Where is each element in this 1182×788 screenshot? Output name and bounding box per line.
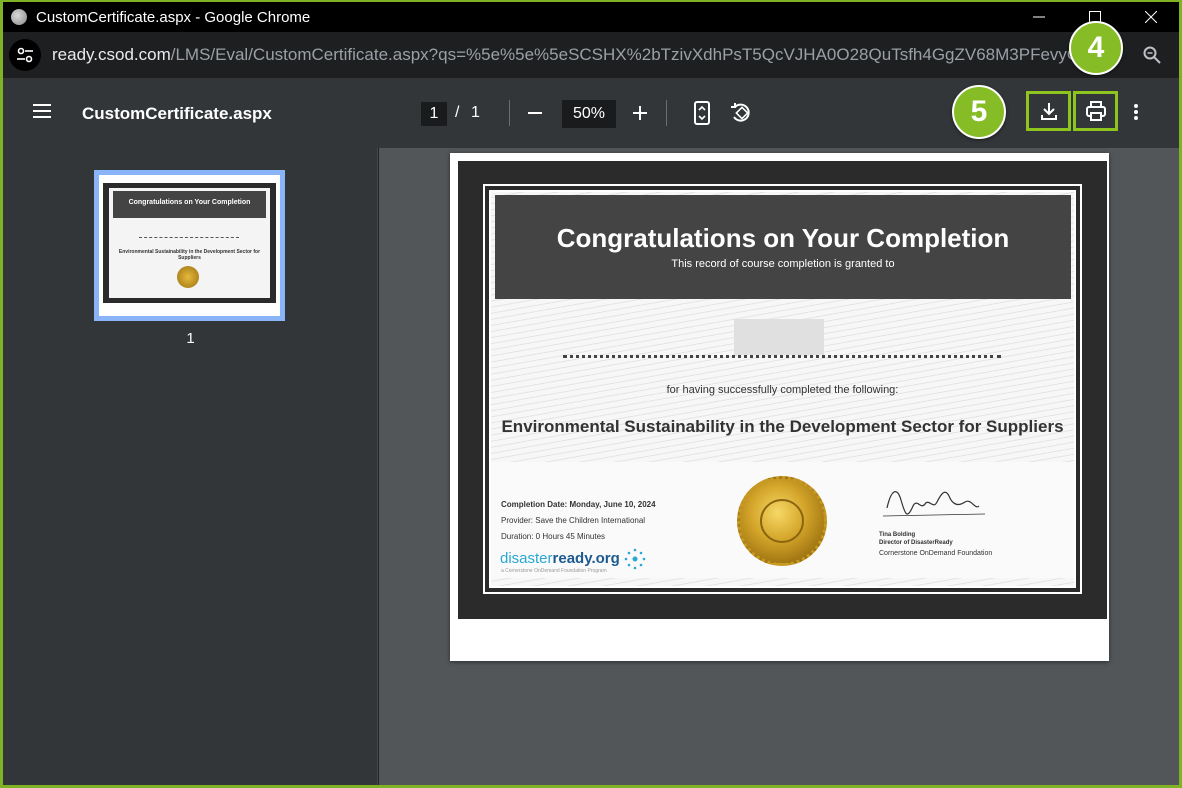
download-button[interactable] <box>1026 91 1071 131</box>
signer-title: Director of DisasterReady <box>879 540 953 546</box>
thumbnail-label: 1 <box>186 330 195 347</box>
page-separator: / <box>455 104 460 121</box>
toolbar-divider <box>509 100 510 126</box>
certificate-heading: Congratulations on Your Completion <box>556 223 1010 253</box>
minus-icon <box>528 112 542 114</box>
minimize-icon <box>1033 16 1045 18</box>
provider: Provider: Save the Children Internationa… <box>501 516 646 525</box>
zoom-button[interactable] <box>1143 46 1161 69</box>
signer-name: Tina Bolding <box>879 532 916 538</box>
recipient-name-redacted <box>734 319 824 355</box>
download-icon <box>1040 103 1057 120</box>
thumbnail-course: Environmental Sustainability in the Deve… <box>118 249 261 261</box>
zoom-out-button[interactable] <box>527 103 543 128</box>
magnifier-icon <box>1143 46 1161 64</box>
close-icon <box>1145 11 1157 23</box>
tune-icon <box>17 47 33 63</box>
duration: Duration: 0 Hours 45 Minutes <box>501 532 606 541</box>
document-name: CustomCertificate.aspx <box>82 104 272 123</box>
completion-date: Completion Date: Monday, June 10, 2024 <box>501 500 656 509</box>
rotate-button[interactable] <box>729 101 753 130</box>
fit-to-page-icon <box>694 101 710 125</box>
more-options-button[interactable] <box>1133 102 1139 127</box>
minimize-button[interactable] <box>1011 2 1067 32</box>
close-button[interactable] <box>1123 2 1179 32</box>
signer-organization: Cornerstone OnDemand Foundation <box>879 550 993 557</box>
certificate-subheading: This record of course completion is gran… <box>671 258 895 270</box>
thumbnail-image: Congratulations on Your Completion Envir… <box>99 175 280 316</box>
toolbar-divider <box>666 100 667 126</box>
name-underline <box>563 355 1001 358</box>
globe-icon <box>11 9 27 25</box>
pdf-page: Congratulations on Your Completion This … <box>450 153 1109 661</box>
address-bar: ready.csod.com/LMS/Eval/CustomCertificat… <box>3 32 1179 78</box>
gold-seal <box>737 476 827 566</box>
sunburst-icon <box>624 548 646 570</box>
url-path: /LMS/Eval/CustomCertificate.aspx?qs=%5e%… <box>170 45 1102 64</box>
logo-subtitle: a Cornerstone OnDemand Foundation Progra… <box>501 568 607 574</box>
course-title: Environmental Sustainability in the Deve… <box>501 417 1064 436</box>
zoom-level-input[interactable]: 50% <box>562 100 616 128</box>
callout-print: 4 <box>1069 21 1123 75</box>
zoom-in-button[interactable] <box>632 103 648 128</box>
printer-icon <box>1085 101 1106 121</box>
site-info-button[interactable] <box>9 39 41 71</box>
browser-window: CustomCertificate.aspx - Google Chrome r… <box>3 2 1179 785</box>
sidebar-menu-button[interactable] <box>32 103 52 124</box>
certificate-body: Congratulations on Your Completion This … <box>489 190 1076 588</box>
fit-page-button[interactable] <box>692 100 712 131</box>
thumbnail-heading: Congratulations on Your Completion <box>113 191 266 218</box>
url-field[interactable]: ready.csod.com/LMS/Eval/CustomCertificat… <box>52 45 1112 65</box>
page-total: 1 <box>471 104 480 121</box>
certificate-header: Congratulations on Your Completion This … <box>495 195 1071 299</box>
signature <box>879 480 989 530</box>
document-viewer: Congratulations on Your Completion This … <box>379 148 1179 785</box>
disasterready-logo: disasterready.org <box>500 548 646 570</box>
more-vert-icon <box>1134 104 1138 120</box>
rotate-icon <box>731 103 750 122</box>
thumbnail-seal <box>177 266 199 288</box>
certificate: Congratulations on Your Completion This … <box>458 161 1107 619</box>
completion-statement: for having successfully completed the fo… <box>666 384 899 396</box>
print-button[interactable] <box>1073 91 1118 131</box>
callout-download: 5 <box>952 85 1006 139</box>
plus-icon <box>633 106 647 120</box>
hamburger-icon <box>33 104 51 118</box>
certificate-footer: Completion Date: Monday, June 10, 2024 P… <box>491 462 1074 578</box>
thumbnail-sidebar: Congratulations on Your Completion Envir… <box>3 148 378 785</box>
page-number-input[interactable]: 1 <box>421 102 447 126</box>
url-host: ready.csod.com <box>52 45 171 64</box>
page-thumbnail[interactable]: Congratulations on Your Completion Envir… <box>94 170 285 321</box>
window-title: CustomCertificate.aspx - Google Chrome <box>36 8 311 26</box>
title-bar: CustomCertificate.aspx - Google Chrome <box>3 2 1179 32</box>
